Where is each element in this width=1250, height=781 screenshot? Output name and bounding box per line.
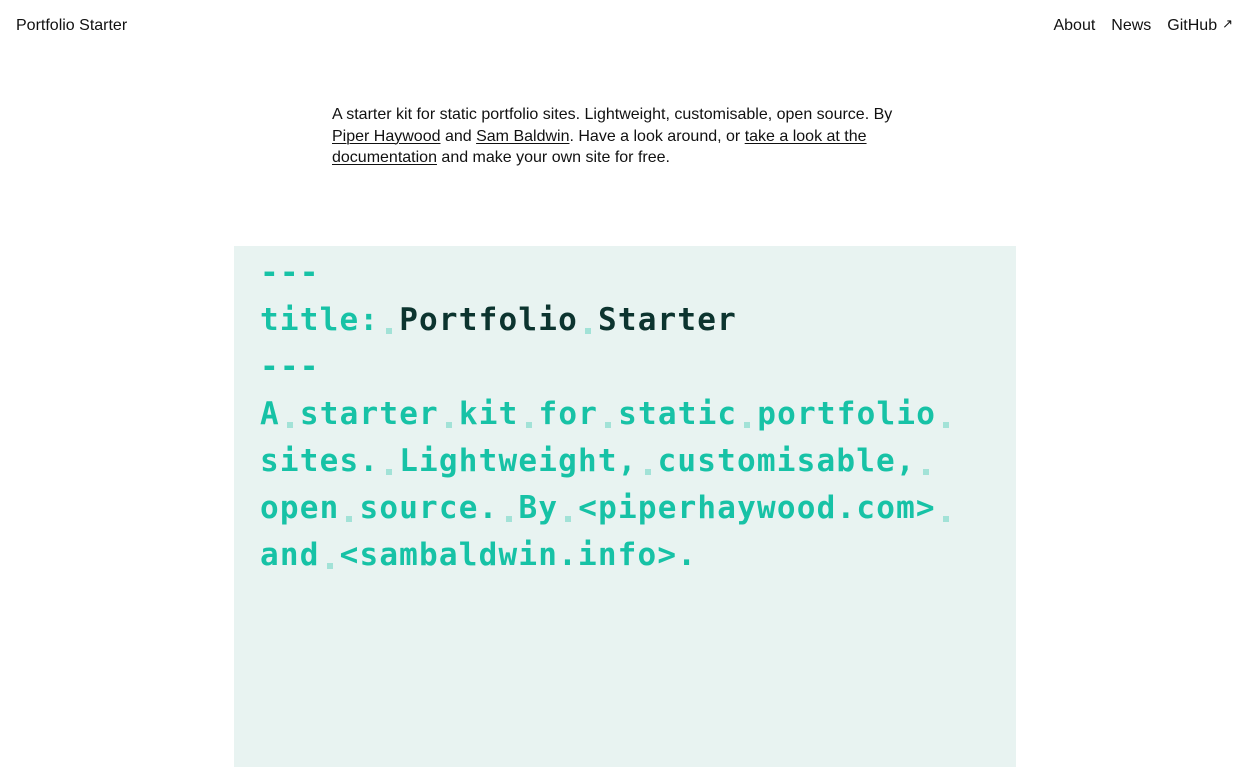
code-word: sites. [260,443,380,479]
piper-haywood-link[interactable]: Piper Haywood [332,128,441,145]
frontmatter-value-word: Portfolio [399,302,578,338]
intro-text-3: . Have a look around, or [569,127,745,145]
code-word: Lightweight, [399,443,638,479]
nav-github-label: GitHub [1167,17,1218,34]
code-line: title: Portfolio Starter [260,297,956,344]
code-line: --- [260,344,956,391]
code-word: <sambaldwin.info>. [339,537,698,573]
code-word: starter [299,396,439,432]
site-title-link[interactable]: Portfolio Starter [16,16,127,36]
main-nav: About News GitHub ↗ [1053,16,1233,36]
intro-text-1: A starter kit for static portfolio sites… [332,106,893,123]
code-word: By [518,490,559,526]
nav-github-link[interactable]: GitHub ↗ [1167,16,1233,36]
code-line: Astarter kit for static portfolio [260,391,956,438]
code-word: A [260,396,280,432]
external-link-arrow-icon: ↗ [1222,16,1233,31]
intro-paragraph: A starter kit for static portfolio sites… [332,104,922,169]
frontmatter-value-word: Starter [597,302,738,338]
frontmatter-delimiter: --- [260,255,320,291]
code-panel: --- title: Portfolio Starter --- Astarter kit f… [234,246,1016,767]
code-word: source. [359,490,499,526]
frontmatter-key: title: [260,302,380,338]
code-word: <piperhaywood.com> [578,490,936,526]
code-word: for [538,396,599,432]
code-line: open source. By <piperhaywood.com> [260,485,956,532]
frontmatter-code-block: --- title: Portfolio Starter --- Astarter kit f… [260,250,956,579]
intro-text-4: and make your own site for free. [436,149,670,166]
code-word: kit [458,396,519,432]
nav-about-link[interactable]: About [1053,16,1095,36]
code-word: static [618,396,738,432]
intro-text-2: and [440,127,477,145]
code-word: portfolio [757,396,937,432]
nav-news-link[interactable]: News [1111,16,1151,36]
code-line: and <sambaldwin.info>. [260,532,956,579]
frontmatter-delimiter: --- [260,349,320,385]
code-line: --- [260,250,956,297]
code-word: and [260,537,320,573]
code-line: sites. Lightweight, customisable, [260,438,956,485]
sam-baldwin-link[interactable]: Sam Baldwin [476,128,569,145]
code-word: open [260,490,340,526]
code-word: customisable, [657,443,916,479]
